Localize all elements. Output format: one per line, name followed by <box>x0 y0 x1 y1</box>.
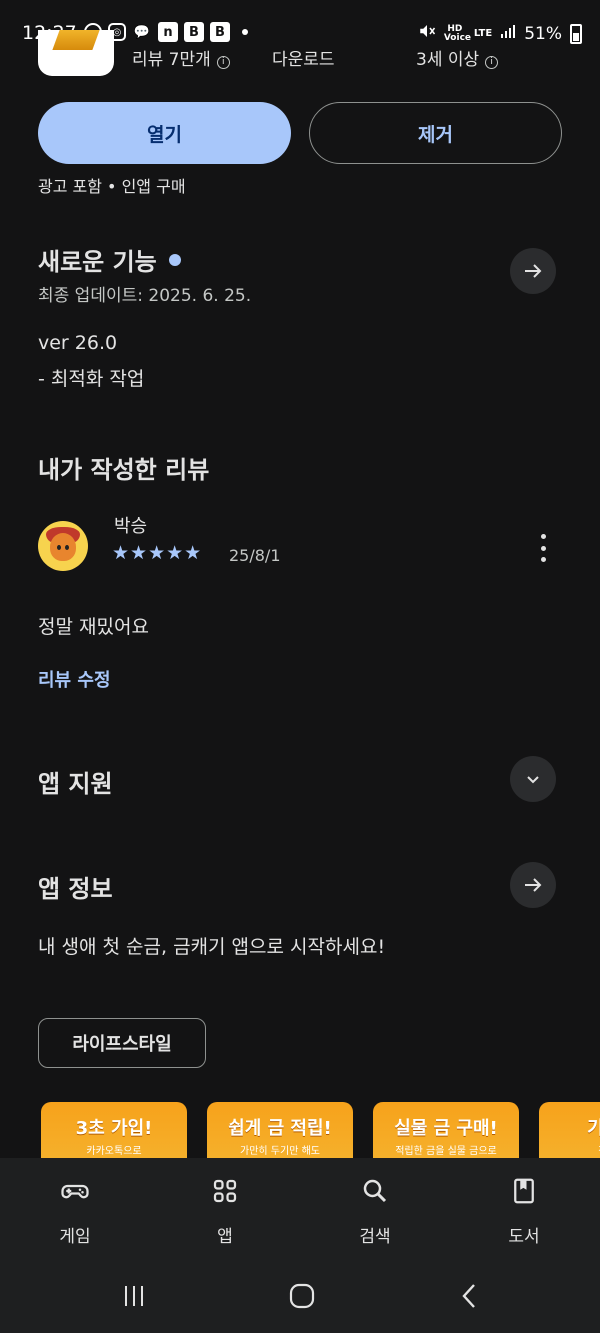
dot-icon <box>242 29 248 35</box>
chevron-down-icon <box>527 776 539 784</box>
nav-games[interactable]: 게임 <box>25 1176 125 1247</box>
release-notes: - 최적화 작업 <box>38 368 145 390</box>
app-support-expand-button[interactable] <box>510 756 556 802</box>
app-support-title[interactable]: 앱 지원 <box>38 764 113 799</box>
screenshot-card[interactable]: 3초 가입! 카카오톡으로 <box>41 1102 187 1160</box>
signal-icon <box>500 23 516 44</box>
screenshot-title: 기프티 <box>587 1118 600 1139</box>
review-date: 25/8/1 <box>229 546 281 565</box>
more-options-icon[interactable] <box>532 534 554 562</box>
screenshot-subtitle: 적립한 금을 실물 금으로 <box>395 1146 497 1157</box>
screenshot-subtitle: 적립한 <box>539 1142 600 1157</box>
system-navigation-bar <box>0 1258 600 1333</box>
version-text: ver 26.0 <box>38 332 118 354</box>
mute-icon <box>418 22 436 45</box>
app-info-arrow-button[interactable] <box>510 862 556 908</box>
app-icon <box>38 30 114 76</box>
gamepad-icon <box>61 1184 89 1199</box>
lte-icon: LTE <box>473 28 493 39</box>
nav-apps[interactable]: 앱 <box>175 1176 275 1247</box>
battery-percent: 51% <box>524 23 562 44</box>
review-count-label: 리뷰 7만개 <box>132 50 211 70</box>
screenshot-card[interactable]: 기프티 적립한 <box>539 1102 600 1160</box>
app-info-title[interactable]: 앱 정보 <box>38 869 113 904</box>
nav-books[interactable]: 도서 <box>474 1176 574 1247</box>
my-review-title: 내가 작성한 리뷰 <box>38 456 210 484</box>
apps-grid-icon <box>213 1179 237 1203</box>
screenshot-card[interactable]: 쉽게 금 적립! 가만히 두기만 해도 <box>207 1102 353 1160</box>
arrow-right-icon <box>525 878 542 892</box>
book-icon <box>514 1178 534 1204</box>
star-rating: ★★★★★ <box>112 542 203 564</box>
back-icon[interactable] <box>450 1282 490 1310</box>
screenshot-title: 실물 금 구매! <box>394 1118 498 1139</box>
new-indicator-dot <box>168 254 181 266</box>
reviewer-name: 박승 <box>114 516 148 537</box>
nav-label: 도서 <box>508 1227 540 1247</box>
nav-label: 검색 <box>359 1227 391 1247</box>
edit-review-link[interactable]: 리뷰 수정 <box>38 666 111 692</box>
info-icon: i <box>216 56 230 69</box>
home-icon[interactable] <box>282 1282 322 1310</box>
open-button[interactable]: 열기 <box>38 102 291 164</box>
nav-label: 앱 <box>217 1227 233 1247</box>
battery-icon <box>570 23 582 44</box>
app-b-icon: B <box>184 22 204 42</box>
app-description: 내 생애 첫 순금, 금캐기 앱으로 시작하세요! <box>38 936 386 958</box>
nav-label: 게임 <box>59 1227 91 1247</box>
app-n-icon: n <box>158 22 178 42</box>
bottom-navigation: 게임 앱 검색 도서 <box>0 1158 600 1258</box>
last-updated: 최종 업데이트: 2025. 6. 25. <box>38 286 252 306</box>
chat-icon: 💬 <box>133 24 151 40</box>
system-status-icons: HD Voice LTE 51% <box>418 22 582 45</box>
review-count[interactable]: 리뷰 7만개 i <box>132 45 230 70</box>
screenshot-title: 쉽게 금 적립! <box>228 1118 332 1139</box>
search-icon <box>363 1179 387 1203</box>
nav-search[interactable]: 검색 <box>325 1176 425 1247</box>
hd-voice-icon: HD Voice <box>443 23 472 43</box>
whats-new-arrow-button[interactable] <box>510 248 556 294</box>
screenshot-subtitle: 카카오톡으로 <box>86 1146 142 1157</box>
avatar <box>38 521 88 571</box>
app-tags: 광고 포함 • 인앱 구매 <box>38 177 186 196</box>
age-rating-label: 3세 이상 <box>416 50 480 70</box>
whats-new-title: 새로운 기능 <box>38 248 157 276</box>
screenshot-carousel[interactable]: 3초 가입! 카카오톡으로 쉽게 금 적립! 가만히 두기만 해도 실물 금 구… <box>41 1102 600 1160</box>
category-chip[interactable]: 라이프스타일 <box>38 1018 206 1068</box>
age-rating[interactable]: 3세 이상 i <box>416 45 499 70</box>
screenshot-subtitle: 가만히 두기만 해도 <box>240 1146 320 1157</box>
info-icon: i <box>485 56 499 69</box>
uninstall-button[interactable]: 제거 <box>309 102 562 164</box>
screenshot-card[interactable]: 실물 금 구매! 적립한 금을 실물 금으로 <box>373 1102 519 1160</box>
screenshot-title: 3초 가입! <box>75 1118 153 1139</box>
downloads-stat: 다운로드 <box>272 45 335 70</box>
review-text: 정말 재밌어요 <box>38 616 149 638</box>
downloads-label: 다운로드 <box>272 50 335 70</box>
whats-new-header[interactable]: 새로운 기능 <box>38 242 181 277</box>
app-b2-icon: B <box>210 22 230 42</box>
recent-apps-icon[interactable] <box>114 1282 154 1310</box>
arrow-right-icon <box>525 264 542 278</box>
